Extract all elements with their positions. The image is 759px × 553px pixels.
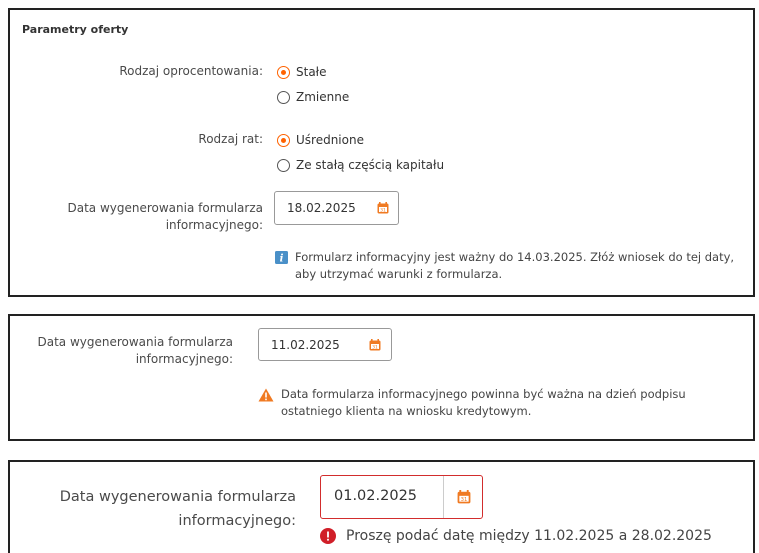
installment-option-fixed-capital-label: Ze stałą częścią kapitału [296,158,445,172]
radio-fixed-capital[interactable] [277,158,290,172]
warning-message-line1: Data formularza informacyjnego powinna b… [281,387,686,401]
interest-type-label: Rodzaj oprocentowania: [119,64,263,78]
error-message: Proszę podać datę między 11.02.2025 a 28… [346,528,712,544]
calendar-icon[interactable]: 31 [377,202,389,214]
form-date-value: 11.02.2025 [271,338,340,352]
form-date-label: Data wygenerowania formularza informacyj… [67,200,263,234]
form-date-value: 18.02.2025 [287,201,356,215]
interest-option-variable-label: Zmienne [296,90,350,104]
form-date-label-line1: Data wygenerowania formularza [59,489,296,505]
form-date-input[interactable]: 01.02.2025 31 [320,475,483,519]
form-date-warning-panel: Data wygenerowania formularza informacyj… [8,314,755,441]
radio-fixed[interactable] [277,65,290,79]
info-icon: i [275,251,288,264]
form-date-label: Data wygenerowania formularza informacyj… [37,334,233,368]
form-date-label-line1: Data wygenerowania formularza [37,335,233,349]
svg-text:31: 31 [372,345,378,351]
form-date-input[interactable]: 11.02.2025 31 [258,328,392,361]
svg-text:31: 31 [380,208,386,214]
info-message-line2: aby utrzymać warunki z formularza. [295,267,503,281]
installment-option-average-label: Uśrednione [296,133,364,147]
offer-parameters-panel: Parametry oferty Rodzaj oprocentowania: … [8,8,755,297]
form-date-label-line1: Data wygenerowania formularza [67,201,263,215]
panel-title: Parametry oferty [22,23,129,36]
form-date-label: Data wygenerowania formularza informacyj… [60,485,296,533]
warning-message: Data formularza informacyjnego powinna b… [281,386,686,420]
interest-option-fixed-label: Stałe [296,65,327,79]
form-date-error-panel: Data wygenerowania formularza informacyj… [8,460,755,553]
form-date-label-line2: informacyjnego: [135,352,233,366]
error-icon [320,528,336,544]
info-message: Formularz informacyjny jest ważny do 14.… [295,249,734,283]
info-message-line1: Formularz informacyjny jest ważny do 14.… [295,250,735,264]
form-date-value: 01.02.2025 [334,488,418,504]
svg-text:31: 31 [461,497,468,503]
calendar-icon[interactable]: 31 [369,339,381,351]
installment-type-label: Rodzaj rat: [198,132,263,146]
interest-option-variable[interactable]: Zmienne [277,89,349,105]
form-date-input[interactable]: 18.02.2025 31 [274,191,399,225]
interest-option-fixed[interactable]: Stałe [277,64,326,80]
svg-text:i: i [280,254,284,265]
calendar-icon[interactable]: 31 [457,490,471,504]
radio-average[interactable] [277,133,290,147]
installment-option-average[interactable]: Uśrednione [277,132,364,148]
form-date-label-line2: informacyjnego: [178,513,296,529]
warning-message-line2: ostatniego klienta na wniosku kredytowym… [281,404,532,418]
warning-icon [258,388,274,402]
installment-option-fixed-capital[interactable]: Ze stałą częścią kapitału [277,157,444,173]
radio-variable[interactable] [277,90,290,104]
form-date-label-line2: informacyjnego: [165,218,263,232]
input-divider [443,476,444,518]
